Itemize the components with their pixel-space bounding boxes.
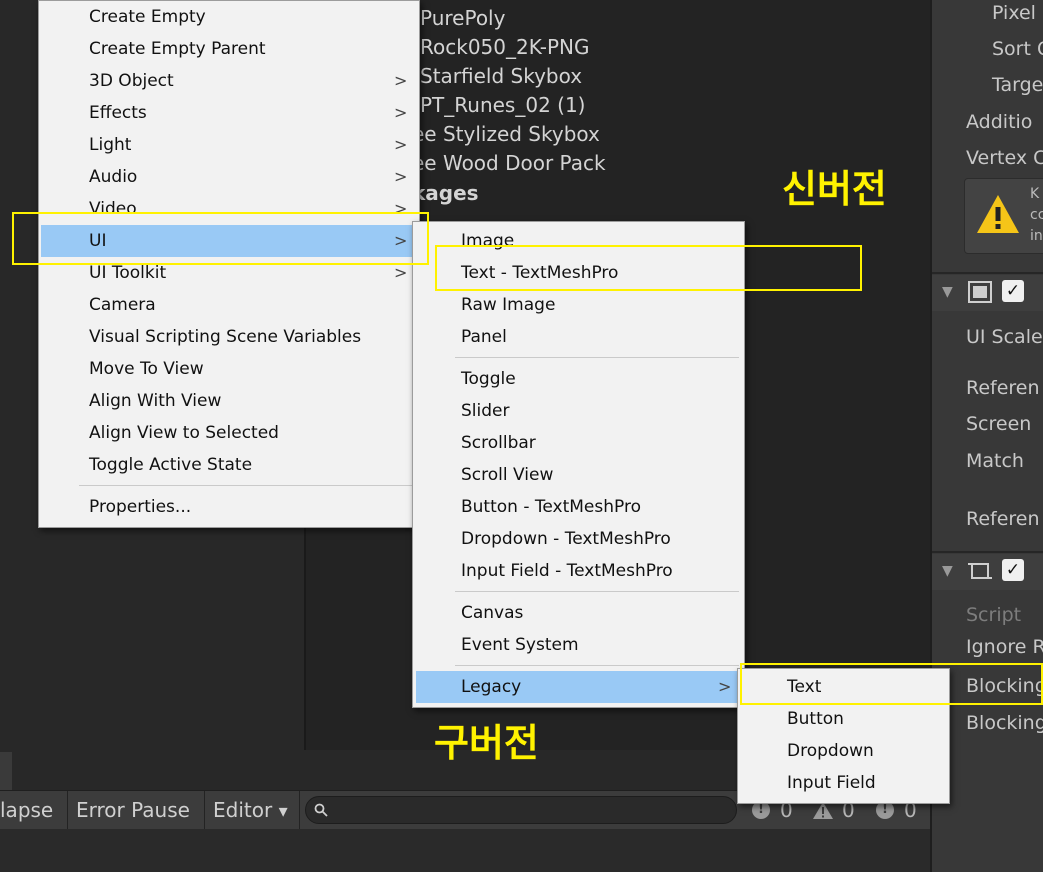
graphic-raycaster-enabled-checkbox[interactable]: ✓ — [1002, 559, 1024, 581]
search-icon — [314, 803, 328, 817]
ui-submenu: Image Text - TextMeshPro Raw Image Panel… — [412, 221, 745, 708]
annotation-new-version: 신버전 — [782, 167, 887, 211]
menu-item-properties[interactable]: Properties... — [39, 491, 419, 523]
canvas-scaler-icon — [968, 281, 992, 303]
menu-item-align-view-to-selected[interactable]: Align View to Selected — [39, 417, 419, 449]
menu-item-toggle[interactable]: Toggle — [413, 363, 744, 395]
menu-item-scrollbar[interactable]: Scrollbar — [413, 427, 744, 459]
inspector-separator — [932, 551, 1043, 553]
menu-item-align-with-view[interactable]: Align With View — [39, 385, 419, 417]
warning-text-line1: K — [1030, 186, 1040, 202]
menu-item-legacy[interactable]: Legacy > — [416, 671, 740, 703]
menu-item-button-textmeshpro[interactable]: Button - TextMeshPro — [413, 491, 744, 523]
inspector-label-match: Match — [966, 450, 1024, 472]
menu-item-legacy-input-field[interactable]: Input Field — [738, 767, 949, 799]
foldout-arrow-icon[interactable]: ▼ — [942, 284, 953, 300]
console-log-area — [0, 829, 930, 872]
inspector-label-script: Script — [966, 604, 1022, 626]
highlight-box-text-textmeshpro — [435, 245, 862, 291]
project-item-starfield-skybox[interactable]: Starfield Skybox — [420, 64, 582, 88]
chevron-right-icon: > — [394, 71, 408, 90]
menu-item-dropdown-textmeshpro[interactable]: Dropdown - TextMeshPro — [413, 523, 744, 555]
warning-text-line2: cc — [1030, 207, 1043, 223]
project-item-rock050[interactable]: Rock050_2K-PNG — [420, 35, 589, 59]
highlight-box-ui — [12, 212, 429, 265]
chevron-right-icon: > — [718, 677, 732, 696]
annotation-old-version: 구버전 — [434, 721, 539, 765]
inspector-label-reference-1: Referen — [966, 377, 1040, 399]
menu-item-scroll-view[interactable]: Scroll View — [413, 459, 744, 491]
project-item-stylized-skybox[interactable]: ee Stylized Skybox — [412, 122, 600, 146]
rect-transform-icon — [968, 563, 992, 579]
menu-item-raw-image[interactable]: Raw Image — [413, 289, 744, 321]
menu-separator — [79, 485, 413, 486]
console-search-input[interactable] — [305, 796, 737, 824]
inspector-label-ignore-reversed: Ignore R — [966, 636, 1043, 658]
project-item-purepoly[interactable]: PurePoly — [420, 6, 505, 30]
menu-item-slider[interactable]: Slider — [413, 395, 744, 427]
menu-separator — [455, 591, 739, 592]
chevron-right-icon: > — [394, 135, 408, 154]
chevron-right-icon: > — [394, 167, 408, 186]
inspector-label-blocking-mask: Blocking — [966, 712, 1043, 734]
menu-item-visual-scripting-scene-variables[interactable]: Visual Scripting Scene Variables — [39, 321, 419, 353]
menu-item-canvas[interactable]: Canvas — [413, 597, 744, 629]
canvas-scaler-header[interactable]: ▼ ✓ — [932, 275, 1043, 311]
inspector-label-pixel: Pixel — [992, 2, 1036, 24]
canvas-scaler-enabled-checkbox[interactable]: ✓ — [1002, 280, 1024, 302]
warning-text-line3: in — [1030, 228, 1043, 244]
menu-separator — [455, 665, 739, 666]
menu-item-toggle-active-state[interactable]: Toggle Active State — [39, 449, 419, 481]
inspector-label-screen: Screen — [966, 413, 1032, 435]
collapse-button[interactable]: lapse — [0, 791, 68, 829]
menu-item-panel[interactable]: Panel — [413, 321, 744, 353]
menu-item-legacy-dropdown[interactable]: Dropdown — [738, 735, 949, 767]
inspector-label-ui-scale: UI Scale — [966, 326, 1043, 348]
inspector-label-reference-2: Referen — [966, 508, 1040, 530]
project-item-pt-runes[interactable]: PT_Runes_02 (1) — [420, 93, 586, 117]
inspector-label-target: Targe — [992, 74, 1043, 96]
menu-separator — [455, 357, 739, 358]
menu-item-move-to-view[interactable]: Move To View — [39, 353, 419, 385]
menu-item-event-system[interactable]: Event System — [413, 629, 744, 661]
menu-item-create-empty[interactable]: Create Empty — [39, 1, 419, 33]
console-tab[interactable] — [0, 752, 12, 790]
graphic-raycaster-header[interactable]: ▼ ✓ — [932, 554, 1043, 590]
highlight-box-legacy-text — [740, 663, 1043, 705]
menu-item-audio[interactable]: Audio > — [39, 161, 419, 193]
inspector-label-additional: Additio — [966, 111, 1033, 133]
inspector-label-sort: Sort C — [992, 38, 1043, 60]
menu-item-effects[interactable]: Effects > — [39, 97, 419, 129]
menu-item-camera[interactable]: Camera — [39, 289, 419, 321]
menu-item-legacy-button[interactable]: Button — [738, 703, 949, 735]
inspector-label-vertex: Vertex C — [966, 147, 1043, 169]
menu-item-light[interactable]: Light > — [39, 129, 419, 161]
menu-item-3d-object[interactable]: 3D Object > — [39, 65, 419, 97]
editor-dropdown[interactable]: Editor ▾ — [206, 791, 300, 829]
menu-item-create-empty-parent[interactable]: Create Empty Parent — [39, 33, 419, 65]
warning-icon — [977, 195, 1019, 233]
error-pause-button[interactable]: Error Pause — [69, 791, 205, 829]
inspector-separator — [932, 272, 1043, 274]
menu-item-input-field-textmeshpro[interactable]: Input Field - TextMeshPro — [413, 555, 744, 587]
project-section-packages[interactable]: kages — [412, 181, 479, 205]
chevron-down-icon: ▾ — [278, 801, 288, 822]
chevron-right-icon: > — [394, 103, 408, 122]
foldout-arrow-icon[interactable]: ▼ — [942, 563, 953, 579]
project-item-wood-door-pack[interactable]: ee Wood Door Pack — [412, 151, 606, 175]
editor-dropdown-label: Editor — [213, 798, 273, 822]
